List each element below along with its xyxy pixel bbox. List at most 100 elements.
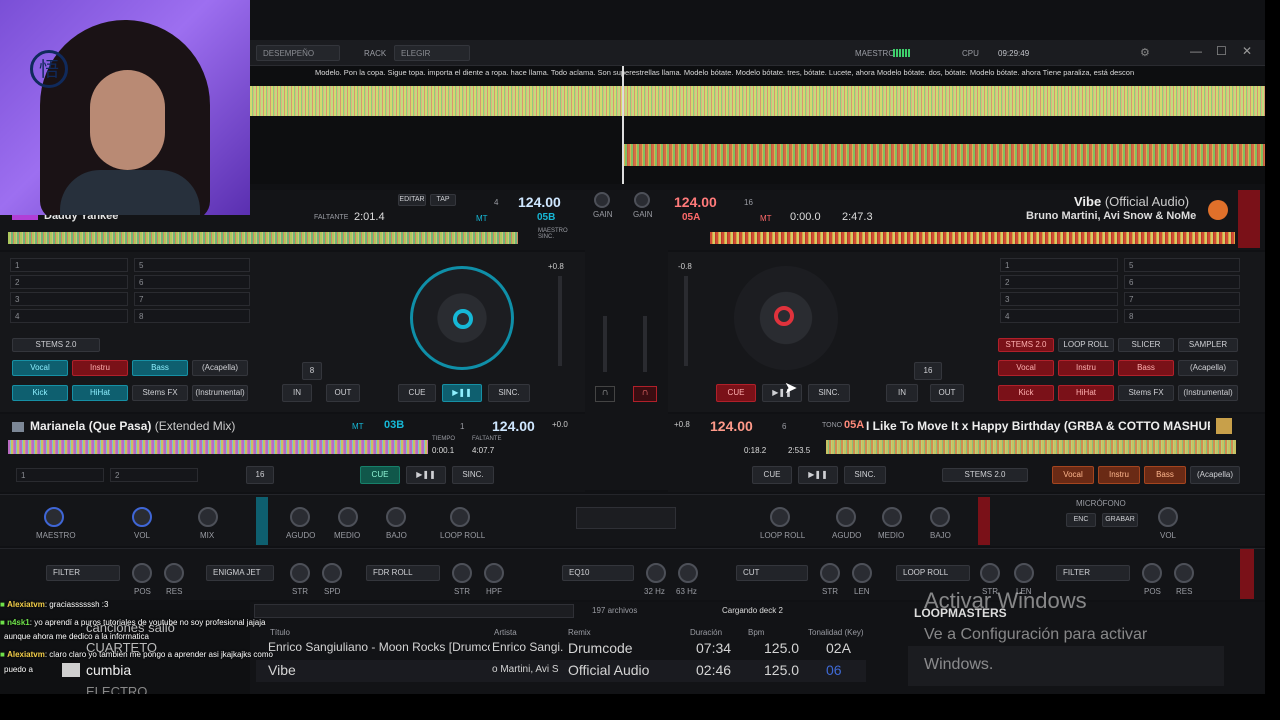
fx-lr-len-knob[interactable]	[1014, 563, 1034, 583]
gain-knob-b[interactable]	[634, 192, 650, 208]
deck-b-out-button[interactable]: OUT	[930, 384, 964, 402]
maximize-icon[interactable]: ☐	[1216, 44, 1227, 58]
deck-c-hotcue[interactable]: 2	[110, 468, 198, 482]
pad-instrumental[interactable]: (Instrumental)	[192, 385, 248, 401]
deck-a-mt[interactable]: MT	[476, 214, 488, 223]
deck-c-loop-size[interactable]: 16	[246, 466, 274, 484]
rack-dropdown[interactable]: ELEGIR	[394, 45, 470, 61]
hotcue-slot[interactable]: 4	[1000, 309, 1118, 323]
master-knob[interactable]	[44, 507, 64, 527]
deck-b-side-tab[interactable]	[1238, 190, 1260, 248]
deck-b-slicer-button[interactable]: SLICER	[1118, 338, 1174, 352]
fx-res-knob[interactable]	[164, 563, 184, 583]
deck-d-sync-button[interactable]: SINC.	[844, 466, 886, 484]
hotcue-slot[interactable]: 3	[10, 292, 128, 306]
eq-a-mid-knob[interactable]	[338, 507, 358, 527]
deck-a-tap-button[interactable]: TAP	[430, 194, 456, 206]
pad-bass[interactable]: Bass	[132, 360, 188, 376]
deck-d-pad-vocal[interactable]: Vocal	[1052, 466, 1094, 484]
pad-instru[interactable]: Instru	[72, 360, 128, 376]
fx-cut-str-knob[interactable]	[820, 563, 840, 583]
overview-waveform[interactable]	[250, 66, 1265, 184]
loop-roll-a-knob[interactable]	[450, 507, 470, 527]
hotcue-slot[interactable]: 7	[1124, 292, 1240, 306]
deck-d-play-icon[interactable]: ▶❚❚	[798, 466, 838, 484]
deck-d-stems-dropdown[interactable]: STEMS 2.0	[942, 468, 1028, 482]
fx-hpf-knob[interactable]	[484, 563, 504, 583]
mic-enc-button[interactable]: ENC	[1066, 513, 1096, 527]
deck-b-sync-button[interactable]: SINC.	[808, 384, 850, 402]
pad-acapella[interactable]: (Acapella)	[192, 360, 248, 376]
fx-pos-knob[interactable]	[132, 563, 152, 583]
deck-a-in-button[interactable]: IN	[282, 384, 312, 402]
deck-b-eq-tab[interactable]	[978, 497, 990, 545]
deck-a-loop-size[interactable]: 8	[302, 362, 322, 380]
deck-a-stems-dropdown[interactable]: STEMS 2.0	[12, 338, 100, 352]
table-row[interactable]: Vibe o Martini, Avi S Official Audio 02:…	[256, 660, 866, 682]
pad-vocal[interactable]: Vocal	[998, 360, 1054, 376]
hotcue-slot[interactable]: 5	[134, 258, 250, 272]
hotcue-slot[interactable]: 2	[10, 275, 128, 289]
pad-stems-fx[interactable]: Stems FX	[132, 385, 188, 401]
deck-b-sampler-button[interactable]: SAMPLER	[1178, 338, 1238, 352]
fx-enigma[interactable]: ENIGMA JET	[206, 565, 274, 581]
deck-b-pitch-slider[interactable]	[684, 276, 688, 366]
deck-c-mt[interactable]: MT	[352, 422, 364, 431]
deck-b-jogwheel[interactable]	[734, 266, 838, 370]
table-row[interactable]: Enrico Sangiuliano - Moon Rocks [Drumcod…	[256, 640, 866, 660]
hotcue-slot[interactable]: 7	[134, 292, 250, 306]
fx-lr-str-knob[interactable]	[980, 563, 1000, 583]
headphone-a-icon[interactable]: ∩	[595, 386, 615, 402]
gain-knob-a[interactable]	[594, 192, 610, 208]
fx-63hz-knob[interactable]	[678, 563, 698, 583]
fx-b-pos-knob[interactable]	[1142, 563, 1162, 583]
browser-search-input[interactable]	[254, 604, 574, 618]
deck-a-jogwheel[interactable]	[410, 266, 514, 370]
layout-dropdown[interactable]: DESEMPEÑO	[256, 45, 340, 61]
minimize-icon[interactable]: —	[1190, 44, 1202, 58]
pad-kick[interactable]: Kick	[998, 385, 1054, 401]
fx-32hz-knob[interactable]	[646, 563, 666, 583]
eq-a-high-knob[interactable]	[290, 507, 310, 527]
fx-cut[interactable]: CUT	[736, 565, 808, 581]
hotcue-slot[interactable]: 5	[1124, 258, 1240, 272]
col-title[interactable]: Título	[270, 628, 290, 637]
hotcue-slot[interactable]: 4	[10, 309, 128, 323]
deck-b-cue-button[interactable]: CUE	[716, 384, 756, 402]
deck-a-pitch-slider[interactable]	[558, 276, 562, 366]
folder-item[interactable]: cumbia	[86, 662, 131, 678]
mix-knob[interactable]	[198, 507, 218, 527]
deck-b-waveform[interactable]	[710, 232, 1235, 244]
deck-b-in-button[interactable]: IN	[886, 384, 918, 402]
deck-c-cue-button[interactable]: CUE	[360, 466, 400, 484]
deck-a-edit-button[interactable]: EDITAR	[398, 194, 426, 206]
crossfader[interactable]	[576, 507, 676, 529]
hotcue-slot[interactable]: 8	[1124, 309, 1240, 323]
fx-loop-roll[interactable]: LOOP ROLL	[896, 565, 970, 581]
hotcue-slot[interactable]: 1	[1000, 258, 1118, 272]
deck-b-stems-button[interactable]: STEMS 2.0	[998, 338, 1054, 352]
deck-c-play-icon[interactable]: ▶❚❚	[406, 466, 446, 484]
col-bpm[interactable]: Bpm	[748, 628, 764, 637]
hotcue-slot[interactable]: 8	[134, 309, 250, 323]
fx-str-knob[interactable]	[290, 563, 310, 583]
deck-a-cue-button[interactable]: CUE	[398, 384, 436, 402]
volume-fader-a[interactable]	[603, 316, 607, 372]
deck-d-pad-acapella[interactable]: (Acapella)	[1190, 466, 1240, 484]
mic-vol-knob[interactable]	[1158, 507, 1178, 527]
pad-hihat[interactable]: HiHat	[1058, 385, 1114, 401]
hotcue-slot[interactable]: 2	[1000, 275, 1118, 289]
vol-knob[interactable]	[132, 507, 152, 527]
hotcue-slot[interactable]: 3	[1000, 292, 1118, 306]
deck-c-waveform[interactable]	[8, 440, 428, 454]
eq-b-mid-knob[interactable]	[882, 507, 902, 527]
headphone-b-icon[interactable]: ∩	[633, 386, 657, 402]
volume-fader-b[interactable]	[643, 316, 647, 372]
pad-acapella[interactable]: (Acapella)	[1178, 360, 1238, 376]
pad-stems-fx[interactable]: Stems FX	[1118, 385, 1174, 401]
fx-eq10[interactable]: EQ10	[562, 565, 634, 581]
pad-instrumental[interactable]: (Instrumental)	[1178, 385, 1238, 401]
hotcue-slot[interactable]: 6	[134, 275, 250, 289]
settings-gear-icon[interactable]: ⚙	[1140, 46, 1154, 60]
deck-a-waveform[interactable]	[8, 232, 518, 244]
